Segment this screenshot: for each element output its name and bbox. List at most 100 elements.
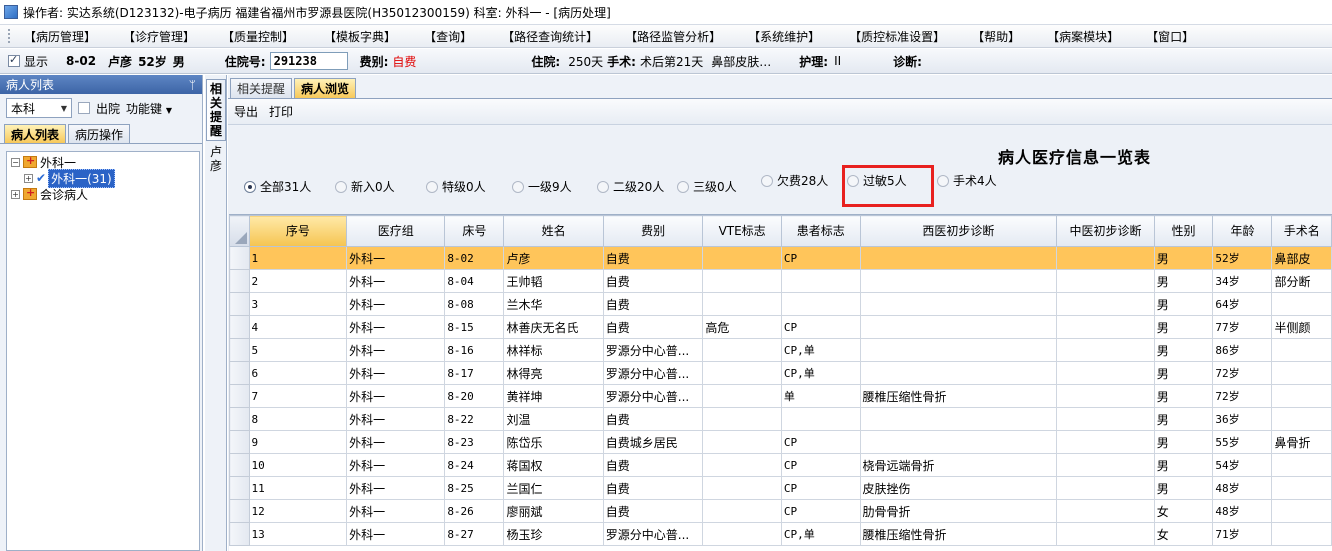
- table-cell[interactable]: 廖丽斌: [503, 499, 604, 523]
- table-cell[interactable]: 男: [1153, 384, 1214, 408]
- table-cell[interactable]: 男: [1153, 338, 1214, 362]
- filter-level3[interactable]: 三级0人: [677, 178, 737, 195]
- tree-node-subdept[interactable]: + ✔ 外科一(31): [7, 168, 199, 188]
- tab-reminders[interactable]: 相关提醒: [230, 78, 293, 98]
- table-cell[interactable]: 77岁: [1212, 315, 1273, 339]
- table-cell[interactable]: 外科一: [346, 499, 446, 523]
- table-cell[interactable]: 男: [1153, 269, 1214, 293]
- table-row[interactable]: 7 外科一 8-20 黄祥坤 罗源分中心普... 单腰椎压缩性骨折 男 72岁: [229, 384, 1332, 408]
- table-cell[interactable]: [702, 407, 782, 431]
- discharge-checkbox[interactable]: [78, 102, 90, 114]
- filter-all[interactable]: 全部31人: [244, 178, 311, 195]
- table-cell[interactable]: 男: [1153, 453, 1214, 477]
- table-cell[interactable]: 72岁: [1212, 384, 1273, 408]
- table-cell[interactable]: [1056, 338, 1155, 362]
- table-cell[interactable]: [1056, 292, 1155, 316]
- table-cell[interactable]: [702, 269, 782, 293]
- table-cell[interactable]: 女: [1153, 522, 1214, 546]
- col-header-bed[interactable]: 床号: [444, 215, 505, 247]
- row-header[interactable]: [229, 338, 250, 362]
- table-cell[interactable]: 3: [248, 292, 348, 316]
- filter-level1[interactable]: 一级9人: [512, 178, 572, 195]
- row-header[interactable]: [229, 407, 250, 431]
- table-cell[interactable]: 男: [1153, 430, 1214, 454]
- table-cell[interactable]: [1271, 522, 1332, 546]
- table-cell[interactable]: 4: [248, 315, 348, 339]
- table-row[interactable]: 4 外科一 8-15 林善庆无名氏 自费 高危 CP 男 77岁 半侧颜: [229, 315, 1332, 339]
- table-cell[interactable]: 8-22: [444, 407, 505, 431]
- table-cell[interactable]: 外科一: [346, 338, 446, 362]
- table-cell[interactable]: 林祥标: [503, 338, 604, 362]
- table-cell[interactable]: 自费: [602, 292, 704, 316]
- row-header[interactable]: [229, 453, 250, 477]
- table-cell[interactable]: 高危: [702, 315, 782, 339]
- table-cell[interactable]: CP: [780, 315, 861, 339]
- menu-template-dict[interactable]: 【模板字典】: [324, 28, 396, 45]
- table-cell[interactable]: 黄祥坤: [503, 384, 604, 408]
- table-cell[interactable]: 外科一: [346, 292, 446, 316]
- table-cell[interactable]: 刘温: [503, 407, 604, 431]
- table-cell[interactable]: 男: [1153, 476, 1214, 500]
- show-checkbox[interactable]: [8, 53, 20, 67]
- row-header[interactable]: [229, 476, 250, 500]
- table-row[interactable]: 5 外科一 8-16 林祥标 罗源分中心普... CP,单 男 86岁: [229, 338, 1332, 362]
- table-cell[interactable]: 外科一: [346, 315, 446, 339]
- table-cell[interactable]: 48岁: [1212, 476, 1273, 500]
- expand-icon[interactable]: +: [11, 189, 20, 199]
- table-cell[interactable]: 自费: [602, 269, 704, 293]
- table-cell[interactable]: [1056, 315, 1155, 339]
- table-cell[interactable]: [1271, 476, 1332, 500]
- vtab-patient[interactable]: 卢彦: [206, 145, 226, 177]
- table-cell[interactable]: 桡骨远端骨折: [859, 453, 1058, 477]
- col-header-gender[interactable]: 性别: [1153, 215, 1214, 247]
- col-header-tcm-diagnosis[interactable]: 中医初步诊断: [1056, 215, 1155, 247]
- table-cell[interactable]: [1271, 292, 1332, 316]
- table-cell[interactable]: [1056, 269, 1155, 293]
- table-cell[interactable]: [859, 315, 1058, 339]
- table-cell[interactable]: 34岁: [1212, 269, 1273, 293]
- table-cell[interactable]: 8-27: [444, 522, 505, 546]
- table-cell[interactable]: 兰木华: [503, 292, 604, 316]
- table-cell[interactable]: [702, 384, 782, 408]
- table-cell[interactable]: [780, 292, 861, 316]
- table-cell[interactable]: 外科一: [346, 246, 446, 270]
- table-cell[interactable]: 部分断: [1271, 269, 1332, 293]
- table-cell[interactable]: [859, 292, 1058, 316]
- table-row[interactable]: 9 外科一 8-23 陈岱乐 自费城乡居民 CP 男 55岁 鼻骨折: [229, 430, 1332, 454]
- table-cell[interactable]: [780, 407, 861, 431]
- table-cell[interactable]: 86岁: [1212, 338, 1273, 362]
- table-cell[interactable]: 8-02: [444, 246, 505, 270]
- table-row[interactable]: 8 外科一 8-22 刘温 自费 男 36岁: [229, 407, 1332, 431]
- table-cell[interactable]: 林善庆无名氏: [503, 315, 604, 339]
- menu-query[interactable]: 【查询】: [424, 28, 472, 45]
- table-cell[interactable]: CP: [780, 453, 861, 477]
- table-cell[interactable]: 外科一: [346, 522, 446, 546]
- table-cell[interactable]: 外科一: [346, 269, 446, 293]
- table-cell[interactable]: [1056, 476, 1155, 500]
- row-header[interactable]: [229, 522, 250, 546]
- table-row[interactable]: 10 外科一 8-24 蒋国权 自费 CP 桡骨远端骨折 男 54岁: [229, 453, 1332, 477]
- table-row[interactable]: 11 外科一 8-25 兰国仁 自费 CP 皮肤挫伤 男 48岁: [229, 476, 1332, 500]
- hosp-no-field[interactable]: 291238: [269, 52, 348, 70]
- table-cell[interactable]: 王帅韬: [503, 269, 604, 293]
- row-header[interactable]: [229, 384, 250, 408]
- table-cell[interactable]: 9: [248, 430, 348, 454]
- table-cell[interactable]: 2: [248, 269, 348, 293]
- row-header[interactable]: [229, 292, 250, 316]
- table-cell[interactable]: 11: [248, 476, 348, 500]
- table-cell[interactable]: 54岁: [1212, 453, 1273, 477]
- toolbar-grip[interactable]: [8, 29, 18, 43]
- table-cell[interactable]: 外科一: [346, 384, 446, 408]
- table-cell[interactable]: 男: [1153, 315, 1214, 339]
- table-cell[interactable]: 杨玉珍: [503, 522, 604, 546]
- table-cell[interactable]: [702, 338, 782, 362]
- table-cell[interactable]: 外科一: [346, 453, 446, 477]
- table-cell[interactable]: 鼻部皮: [1271, 246, 1332, 270]
- table-cell[interactable]: 外科一: [346, 476, 446, 500]
- table-cell[interactable]: 罗源分中心普...: [602, 384, 704, 408]
- table-cell[interactable]: CP,单: [780, 361, 861, 385]
- table-cell[interactable]: 外科一: [346, 407, 446, 431]
- table-cell[interactable]: 外科一: [346, 361, 446, 385]
- col-header-name[interactable]: 姓名: [503, 215, 604, 247]
- table-cell[interactable]: 自费: [602, 499, 704, 523]
